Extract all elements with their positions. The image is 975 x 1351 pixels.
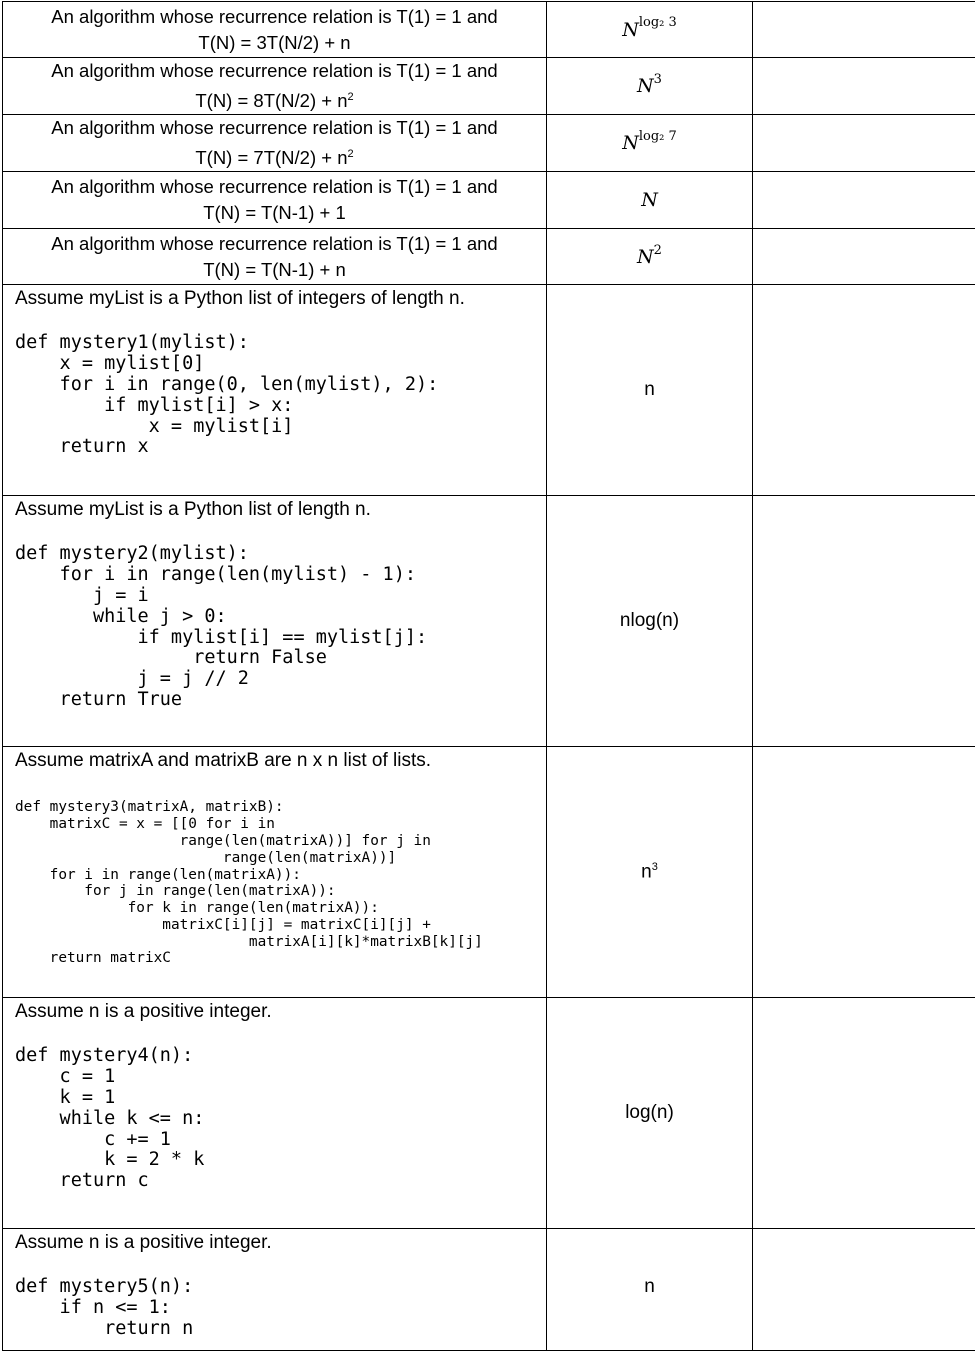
answer-cell: N2 <box>547 229 753 285</box>
question-line-1: An algorithm whose recurrence relation i… <box>9 174 540 200</box>
answer-base: N <box>637 246 654 268</box>
answer-cell: nlog(n) <box>547 496 753 747</box>
blank-cell[interactable] <box>753 115 975 172</box>
recurrence-exponent: 2 <box>348 148 354 160</box>
answer-exponent: 2 <box>654 243 662 258</box>
answer-cell: N <box>547 172 753 229</box>
answer-text: n <box>644 379 655 400</box>
question-line-2: T(N) = T(N-1) + 1 <box>9 200 540 226</box>
answer-exponent: 3 <box>654 72 662 87</box>
question-cell: Assume n is a positive integer. def myst… <box>3 998 547 1229</box>
table-row: Assume n is a positive integer. def myst… <box>3 1229 975 1351</box>
blank-cell[interactable] <box>753 1229 975 1351</box>
table-row: Assume matrixA and matrixB are n x n lis… <box>3 747 975 998</box>
question-line-2: T(N) = 3T(N/2) + n <box>9 30 540 56</box>
question-line-1: An algorithm whose recurrence relation i… <box>9 231 540 257</box>
table-row: Assume n is a positive integer. def myst… <box>3 998 975 1229</box>
blank-cell[interactable] <box>753 58 975 115</box>
question-line-2: T(N) = 7T(N/2) + n2 <box>9 141 540 171</box>
question-line-2: T(N) = T(N-1) + n <box>9 257 540 283</box>
blank-cell[interactable] <box>753 747 975 998</box>
answer-cell: n <box>547 1229 753 1351</box>
answer-cell: Nlog₂ 7 <box>547 115 753 172</box>
question-cell: Assume myList is a Python list of intege… <box>3 285 547 496</box>
answer-base: N <box>622 132 639 154</box>
recurrence-text: T(N) = T(N-1) + n <box>203 259 346 280</box>
question-cell: An algorithm whose recurrence relation i… <box>3 2 547 58</box>
table-row: An algorithm whose recurrence relation i… <box>3 172 975 229</box>
table-row: Assume myList is a Python list of length… <box>3 496 975 747</box>
recurrence-text: T(N) = 8T(N/2) + n <box>195 90 347 111</box>
blank-cell[interactable] <box>753 229 975 285</box>
question-cell: Assume n is a positive integer. def myst… <box>3 1229 547 1351</box>
answer-cell: log(n) <box>547 998 753 1229</box>
answer-exponent: log₂ 7 <box>639 129 677 144</box>
question-line-1: An algorithm whose recurrence relation i… <box>9 58 540 84</box>
table-row: An algorithm whose recurrence relation i… <box>3 2 975 58</box>
answer-text: n <box>641 861 652 882</box>
table-row: An algorithm whose recurrence relation i… <box>3 115 975 172</box>
question-cell: An algorithm whose recurrence relation i… <box>3 229 547 285</box>
answer-base: N <box>622 19 639 41</box>
question-line-2: T(N) = 8T(N/2) + n2 <box>9 84 540 114</box>
table-row: Assume myList is a Python list of intege… <box>3 285 975 496</box>
table-row: An algorithm whose recurrence relation i… <box>3 229 975 285</box>
answer-exponent: 3 <box>652 861 658 873</box>
answer-math: Nlog₂ 3 <box>622 19 677 41</box>
question-cell: Assume matrixA and matrixB are n x n lis… <box>3 747 547 998</box>
answer-exponent: log₂ 3 <box>639 15 677 30</box>
answer-text: n <box>644 1276 655 1297</box>
answer-base: N <box>641 189 658 211</box>
question-cell: An algorithm whose recurrence relation i… <box>3 115 547 172</box>
answer-text: log(n) <box>625 1102 674 1123</box>
complexity-table: An algorithm whose recurrence relation i… <box>2 1 975 1351</box>
code-block: def mystery5(n): if n <= 1: return n <box>15 1277 546 1339</box>
blank-cell[interactable] <box>753 172 975 229</box>
question-intro: Assume myList is a Python list of intege… <box>15 287 546 311</box>
answer-math: N <box>641 189 658 211</box>
answer-cell: n3 <box>547 747 753 998</box>
recurrence-exponent: 2 <box>348 91 354 103</box>
question-intro: Assume matrixA and matrixB are n x n lis… <box>15 749 546 773</box>
recurrence-text: T(N) = T(N-1) + 1 <box>203 202 346 223</box>
recurrence-text: T(N) = 3T(N/2) + n <box>198 32 350 53</box>
blank-cell[interactable] <box>753 2 975 58</box>
answer-math: N2 <box>637 246 662 268</box>
answer-cell: N3 <box>547 58 753 115</box>
blank-cell[interactable] <box>753 998 975 1229</box>
question-line-1: An algorithm whose recurrence relation i… <box>9 4 540 30</box>
question-intro: Assume n is a positive integer. <box>15 1000 546 1024</box>
code-block: def mystery2(mylist): for i in range(len… <box>15 544 546 710</box>
blank-cell[interactable] <box>753 285 975 496</box>
code-block: def mystery1(mylist): x = mylist[0] for … <box>15 333 546 458</box>
answer-cell: n <box>547 285 753 496</box>
code-block: def mystery3(matrixA, matrixB): matrixC … <box>15 799 546 967</box>
answer-text: nlog(n) <box>620 610 679 631</box>
answer-math: Nlog₂ 7 <box>622 132 677 154</box>
question-intro: Assume myList is a Python list of length… <box>15 498 546 522</box>
answer-math: N3 <box>637 75 662 97</box>
question-cell: Assume myList is a Python list of length… <box>3 496 547 747</box>
answer-cell: Nlog₂ 3 <box>547 2 753 58</box>
question-cell: An algorithm whose recurrence relation i… <box>3 172 547 229</box>
question-cell: An algorithm whose recurrence relation i… <box>3 58 547 115</box>
question-intro: Assume n is a positive integer. <box>15 1231 546 1255</box>
question-line-1: An algorithm whose recurrence relation i… <box>9 115 540 141</box>
table-row: An algorithm whose recurrence relation i… <box>3 58 975 115</box>
code-block: def mystery4(n): c = 1 k = 1 while k <= … <box>15 1046 546 1192</box>
answer-base: N <box>637 75 654 97</box>
recurrence-text: T(N) = 7T(N/2) + n <box>195 147 347 168</box>
blank-cell[interactable] <box>753 496 975 747</box>
